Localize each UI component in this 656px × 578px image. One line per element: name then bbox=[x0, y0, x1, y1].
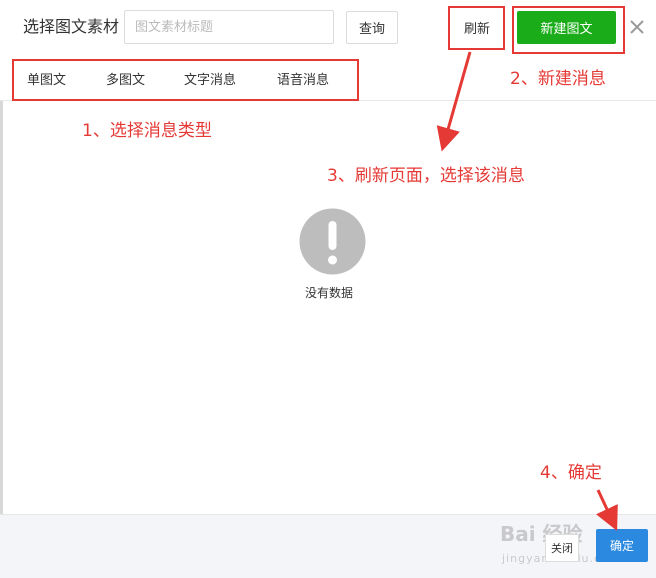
dialog-title: 选择图文素材 bbox=[23, 17, 120, 36]
confirm-button[interactable]: 确定 bbox=[596, 529, 648, 562]
annotation-4: 4、确定 bbox=[540, 463, 602, 483]
query-button[interactable]: 查询 bbox=[346, 11, 398, 44]
empty-state-text: 没有数据 bbox=[305, 286, 354, 300]
annotation-box-refresh bbox=[448, 6, 505, 50]
close-icon[interactable] bbox=[628, 18, 646, 36]
annotation-box-tabs bbox=[12, 59, 359, 101]
annotation-3: 3、刷新页面，选择该消息 bbox=[327, 166, 525, 186]
material-picker-dialog: 选择图文素材 查询 刷新 新建图文 单图文 多图文 文字消息 语音消息 1、选择… bbox=[0, 0, 656, 578]
annotation-1: 1、选择消息类型 bbox=[82, 121, 212, 141]
exclamation-circle-icon bbox=[299, 208, 366, 275]
annotation-box-new bbox=[512, 6, 625, 54]
close-button[interactable]: 关闭 bbox=[545, 534, 579, 562]
annotation-2: 2、新建消息 bbox=[510, 69, 606, 89]
search-input[interactable] bbox=[124, 10, 334, 44]
